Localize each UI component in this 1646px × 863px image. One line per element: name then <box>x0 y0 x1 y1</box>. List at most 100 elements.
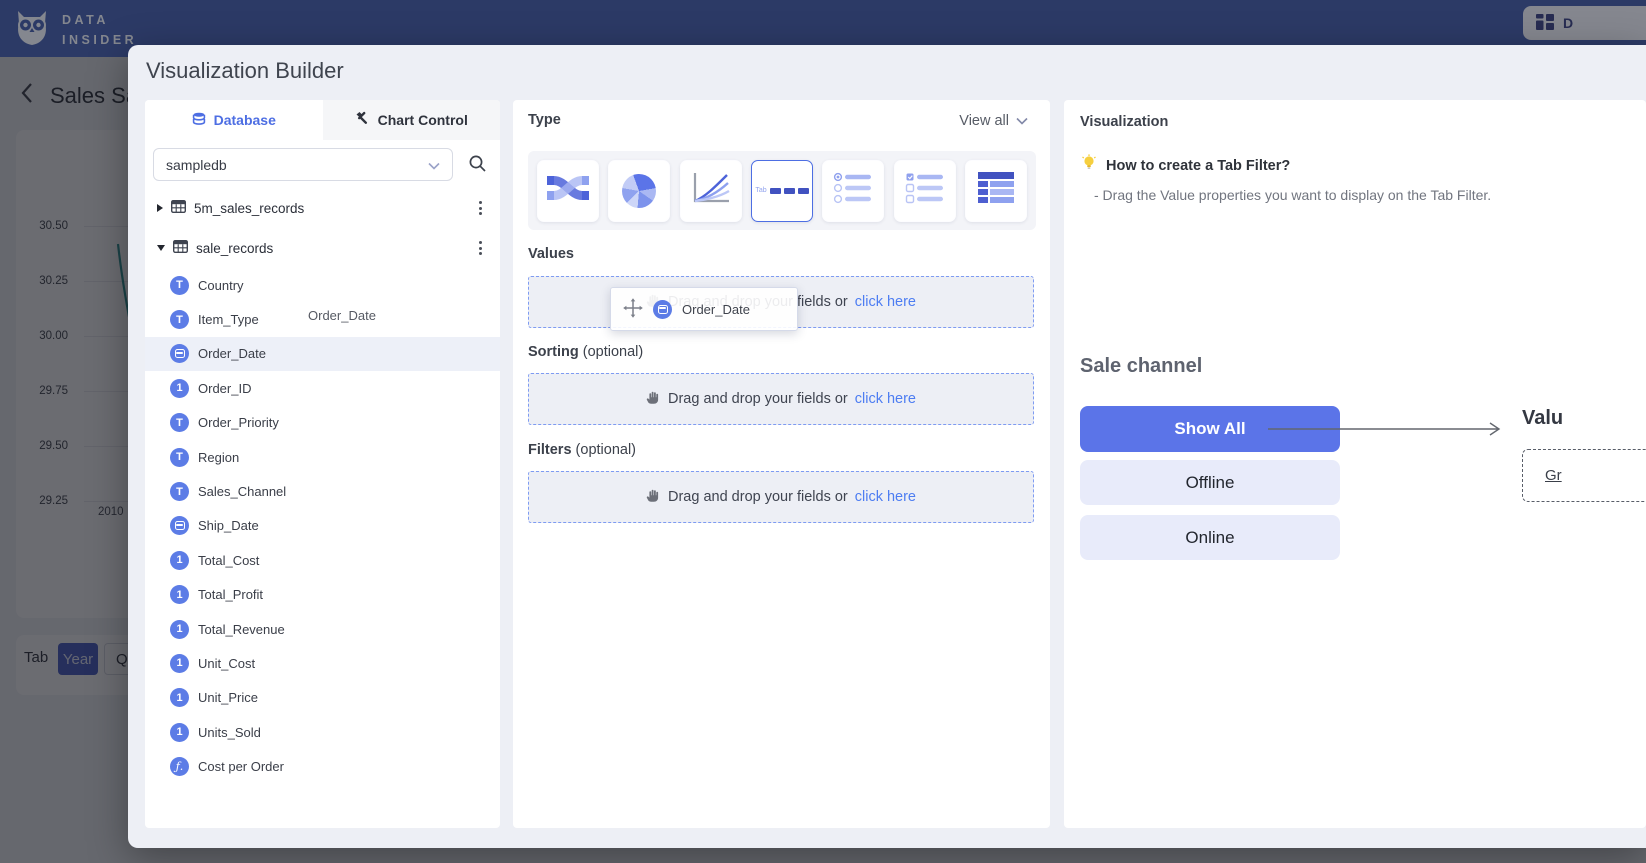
dashboards-button-label: D <box>1563 15 1573 31</box>
field-list: T Country T Item_Type Order_Date 1 Order… <box>145 268 500 784</box>
database-icon <box>192 112 206 129</box>
chart-type-tab-filter[interactable]: Tab <box>751 160 813 222</box>
chart-type-picker: Tab <box>528 151 1036 230</box>
kebab-menu-icon[interactable] <box>475 237 486 259</box>
drag-hand-icon <box>646 487 661 507</box>
chart-type-radio-list[interactable] <box>822 160 884 222</box>
option-offline[interactable]: Offline <box>1080 460 1340 505</box>
field-item-order-date[interactable]: Order_Date <box>145 337 500 371</box>
tab-database[interactable]: Database <box>145 100 323 140</box>
field-item-total-cost[interactable]: 1 Total_Cost <box>145 543 500 577</box>
kebab-menu-icon[interactable] <box>475 197 486 219</box>
field-item-order-id[interactable]: 1 Order_ID <box>145 371 500 405</box>
field-item-units-sold[interactable]: 1 Units_Sold <box>145 715 500 749</box>
table-row-sale-records[interactable]: sale_records <box>145 228 500 268</box>
text-field-icon: T <box>170 310 189 329</box>
widget-title: Sale channel <box>1080 355 1202 378</box>
number-field-icon: 1 <box>170 723 189 742</box>
radio-list-icon <box>833 171 873 210</box>
group-annotation-box[interactable]: Gr <box>1522 449 1646 502</box>
database-select[interactable]: sampledb <box>153 148 453 181</box>
caret-down-icon[interactable] <box>157 245 165 251</box>
click-here-link[interactable]: click here <box>855 294 916 310</box>
database-panel: Database Chart Control sampledb <box>145 100 500 828</box>
text-field-icon: T <box>170 276 189 295</box>
database-select-value: sampledb <box>166 157 227 173</box>
field-item-total-profit[interactable]: 1 Total_Profit <box>145 578 500 612</box>
tip-body: - Drag the Value properties you want to … <box>1094 187 1491 203</box>
chevron-down-icon <box>428 157 440 173</box>
date-field-icon <box>170 344 189 363</box>
field-item-unit-cost[interactable]: 1 Unit_Cost <box>145 646 500 680</box>
field-item-item-type[interactable]: T Item_Type <box>145 302 500 336</box>
text-field-icon: T <box>170 413 189 432</box>
chart-type-table[interactable] <box>965 160 1027 222</box>
tables-tree: 5m_sales_records sale_records <box>145 188 500 268</box>
number-field-icon: 1 <box>170 688 189 707</box>
field-item-region[interactable]: T Region <box>145 440 500 474</box>
field-item-total-revenue[interactable]: 1 Total_Revenue <box>145 612 500 646</box>
chart-type-pie[interactable] <box>608 160 670 222</box>
table-chart-icon <box>976 171 1016 210</box>
formula-field-icon: ƒ. <box>170 757 189 776</box>
number-field-icon: 1 <box>170 585 189 604</box>
filters-section-label: Filters (optional) <box>528 442 636 458</box>
click-here-link[interactable]: click here <box>855 391 916 407</box>
sorting-section-label: Sorting (optional) <box>528 344 643 360</box>
tip-row: How to create a Tab Filter? <box>1080 154 1290 177</box>
date-field-icon <box>653 300 672 319</box>
tab-filter-icon: Tab <box>755 187 808 194</box>
lightbulb-icon <box>1080 154 1098 177</box>
chart-type-line[interactable] <box>680 160 742 222</box>
pie-chart-icon <box>622 174 656 208</box>
number-field-icon: 1 <box>170 620 189 639</box>
type-section-label: Type <box>528 112 561 128</box>
dashboard-layout-icon <box>1536 14 1554 33</box>
date-field-icon <box>170 516 189 535</box>
brand: DATA INSIDER <box>12 8 137 53</box>
text-field-icon: T <box>170 448 189 467</box>
owl-logo-icon <box>12 8 52 53</box>
field-item-order-priority[interactable]: T Order_Priority <box>145 406 500 440</box>
visualization-panel: Visualization How to create a Tab Filter… <box>1064 100 1646 828</box>
visualization-builder-modal: Visualization Builder Database <box>128 45 1646 848</box>
tab-chart-control[interactable]: Chart Control <box>323 100 501 140</box>
view-all-button[interactable]: View all <box>959 113 1028 129</box>
tab-database-label: Database <box>214 112 276 128</box>
tab-chart-control-label: Chart Control <box>378 112 468 128</box>
field-item-sales-channel[interactable]: T Sales_Channel <box>145 474 500 508</box>
field-item-country[interactable]: T Country <box>145 268 500 302</box>
line-chart-icon <box>691 171 731 210</box>
annotation-arrow-icon <box>1268 420 1510 438</box>
move-icon <box>623 298 643 321</box>
dropzone-placeholder: Drag and drop your fields or <box>668 489 848 505</box>
table-row-5m-sales-records[interactable]: 5m_sales_records <box>145 188 500 228</box>
visualization-header: Visualization <box>1080 114 1168 130</box>
brand-name: DATA INSIDER <box>62 11 137 50</box>
chart-type-checkbox-list[interactable] <box>894 160 956 222</box>
table-icon <box>171 200 186 216</box>
field-item-cost-per-order[interactable]: ƒ. Cost per Order <box>145 749 500 783</box>
search-icon <box>468 154 487 178</box>
field-item-ship-date[interactable]: Ship_Date <box>145 509 500 543</box>
modal-title: Visualization Builder <box>146 58 344 84</box>
table-name: 5m_sales_records <box>194 201 304 216</box>
number-field-icon: 1 <box>170 551 189 570</box>
drag-hand-icon <box>646 389 661 409</box>
chevron-down-icon <box>1016 113 1028 129</box>
dropzone-placeholder: Drag and drop your fields or <box>668 391 848 407</box>
tip-title: How to create a Tab Filter? <box>1106 158 1290 174</box>
filters-dropzone[interactable]: Drag and drop your fields or click here <box>528 471 1034 523</box>
field-item-unit-price[interactable]: 1 Unit_Price <box>145 681 500 715</box>
sorting-dropzone[interactable]: Drag and drop your fields or click here <box>528 373 1034 425</box>
caret-right-icon[interactable] <box>157 204 163 212</box>
drag-ghost-chip[interactable]: Order_Date <box>610 287 798 331</box>
tools-icon <box>355 111 370 129</box>
option-online[interactable]: Online <box>1080 515 1340 560</box>
panel-tabs: Database Chart Control <box>145 100 500 140</box>
dashboards-button[interactable]: D <box>1523 6 1646 40</box>
chart-type-sankey[interactable] <box>537 160 599 222</box>
click-here-link[interactable]: click here <box>855 489 916 505</box>
text-field-icon: T <box>170 482 189 501</box>
search-button[interactable] <box>465 154 489 178</box>
